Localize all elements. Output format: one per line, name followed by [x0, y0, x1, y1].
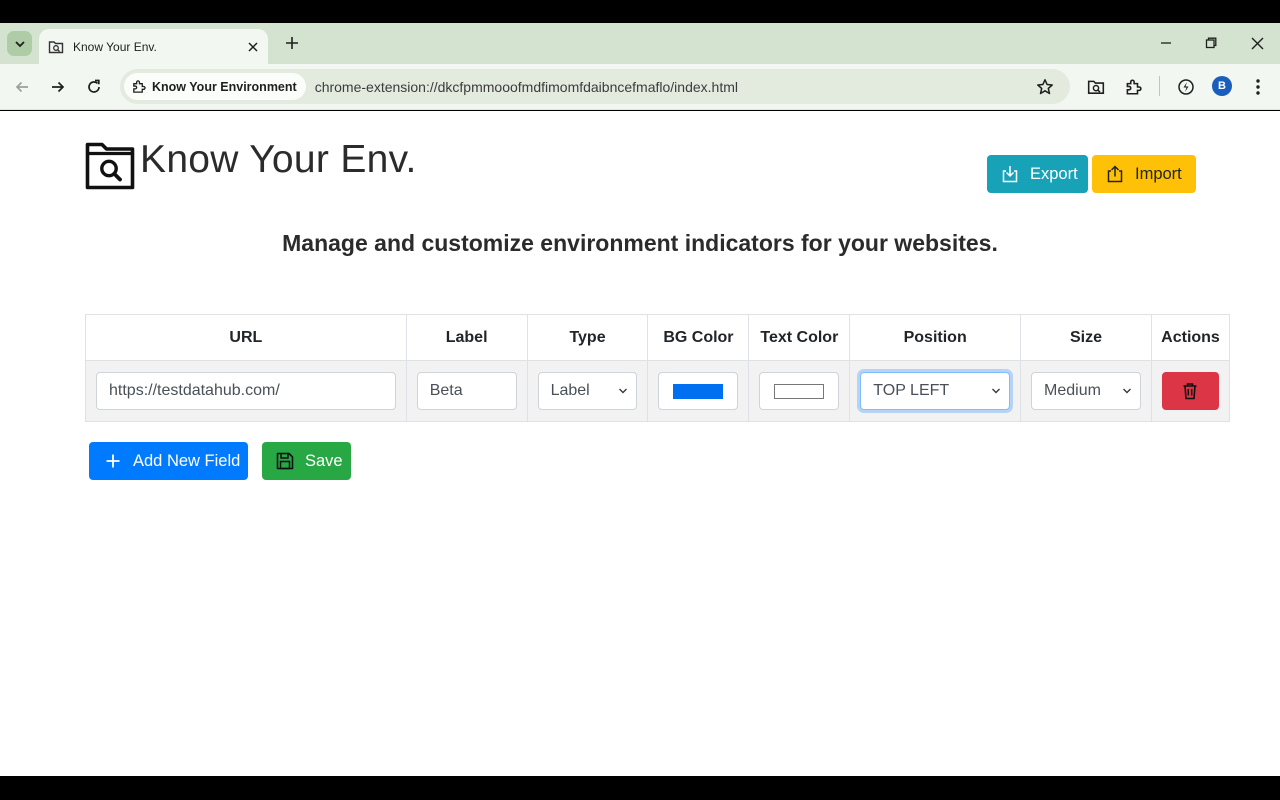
environment-table: URL Label Type BG Color Text Color Posit… [85, 314, 1231, 422]
minimize-button[interactable] [1154, 31, 1178, 55]
close-tab-icon[interactable] [244, 38, 262, 56]
save-label: Save [305, 451, 343, 470]
chevron-down-icon [1122, 388, 1131, 394]
back-button[interactable] [10, 75, 34, 99]
floppy-disk-icon [275, 451, 295, 471]
chevron-down-icon [619, 388, 628, 394]
bg-color-swatch [673, 383, 724, 399]
minimize-icon [1161, 42, 1171, 44]
browser-toolbar: Know Your Environment chrome-extension:/… [0, 64, 1280, 110]
position-cell: TOP LEFT [849, 360, 1022, 422]
table-row: https://testdatahub.com/ Beta Label TOP … [85, 360, 1231, 422]
reload-icon [88, 79, 100, 93]
column-header-label: Label [405, 314, 528, 361]
arrow-left-icon [15, 81, 28, 93]
site-info-chip[interactable]: Know Your Environment [124, 73, 306, 100]
active-tab[interactable]: Know Your Env. [39, 29, 268, 64]
tab-title: Know Your Env. [73, 39, 157, 54]
profile-avatar[interactable]: B [1212, 76, 1232, 96]
reload-button[interactable] [82, 75, 106, 99]
download-icon [1000, 164, 1020, 184]
size-select-value: Medium [1044, 382, 1101, 399]
address-bar[interactable]: Know Your Environment chrome-extension:/… [120, 69, 1070, 104]
folder-search-icon [48, 39, 64, 55]
position-select-value: TOP LEFT [873, 382, 950, 399]
actions-cell [1150, 360, 1231, 422]
size-cell: Medium [1020, 360, 1152, 422]
close-icon [1251, 37, 1263, 49]
type-select[interactable]: Label [537, 372, 638, 410]
text-color-picker[interactable] [759, 372, 840, 410]
add-new-field-label: Add New Field [133, 451, 241, 470]
tab-strip: Know Your Env. [0, 23, 1280, 64]
export-button[interactable]: Export [987, 155, 1088, 193]
size-select[interactable]: Medium [1031, 372, 1141, 410]
url-text[interactable]: chrome-extension://dkcfpmmooofmdfimomfda… [315, 79, 1034, 95]
performance-icon[interactable] [1174, 75, 1198, 99]
label-input[interactable]: Beta [416, 372, 517, 410]
chevron-down-icon [14, 40, 25, 47]
import-label: Import [1135, 164, 1182, 183]
app-title: Know Your Env. [140, 138, 417, 181]
more-menu-icon[interactable] [1246, 75, 1270, 99]
restore-icon [1205, 37, 1217, 49]
plus-icon [103, 451, 123, 471]
folder-search-logo-icon [85, 142, 135, 190]
position-select[interactable]: TOP LEFT [860, 372, 1011, 410]
extension-folder-search-icon[interactable] [1084, 75, 1108, 99]
column-header-actions: Actions [1150, 314, 1231, 361]
forward-button[interactable] [46, 75, 70, 99]
add-new-field-button[interactable]: Add New Field [89, 442, 248, 480]
arrow-right-icon [52, 81, 65, 93]
trash-icon [1183, 383, 1197, 400]
page-subtitle: Manage and customize environment indicat… [282, 230, 998, 256]
save-button[interactable]: Save [262, 442, 351, 480]
chevron-down-icon [992, 388, 1001, 394]
url-cell: https://testdatahub.com/ [85, 360, 407, 422]
site-chip-label: Know Your Environment [152, 79, 297, 94]
column-header-url: URL [85, 314, 407, 361]
extensions-puzzle-icon[interactable] [1121, 75, 1145, 99]
screen: Know Your Env. Know Your Environment chr… [0, 0, 1280, 800]
label-cell: Beta [405, 360, 528, 422]
type-cell: Label [526, 360, 649, 422]
column-header-size: Size [1020, 314, 1152, 361]
bg-color-cell [647, 360, 750, 422]
type-select-value: Label [550, 382, 590, 399]
plus-icon [286, 37, 298, 49]
url-input[interactable]: https://testdatahub.com/ [96, 372, 396, 410]
close-window-button[interactable] [1245, 31, 1269, 55]
delete-row-button[interactable] [1161, 372, 1219, 410]
restore-button[interactable] [1199, 31, 1223, 55]
bg-color-picker[interactable] [658, 372, 739, 410]
bookmark-star-icon[interactable] [1034, 76, 1056, 98]
import-button[interactable]: Import [1092, 155, 1196, 193]
column-header-bg-color: BG Color [647, 314, 750, 361]
puzzle-piece-icon [133, 80, 146, 93]
column-header-text-color: Text Color [748, 314, 851, 361]
tab-search-button[interactable] [7, 31, 32, 56]
toolbar-divider [1159, 76, 1160, 96]
new-tab-button[interactable] [281, 32, 303, 54]
column-header-position: Position [849, 314, 1022, 361]
text-color-cell [748, 360, 851, 422]
upload-icon [1105, 164, 1125, 184]
table-header-row: URL Label Type BG Color Text Color Posit… [85, 314, 1231, 361]
text-color-swatch [774, 383, 825, 399]
page-content: Know Your Env. Export Import Manage and … [0, 111, 1280, 776]
column-header-type: Type [526, 314, 649, 361]
export-label: Export [1030, 164, 1078, 183]
